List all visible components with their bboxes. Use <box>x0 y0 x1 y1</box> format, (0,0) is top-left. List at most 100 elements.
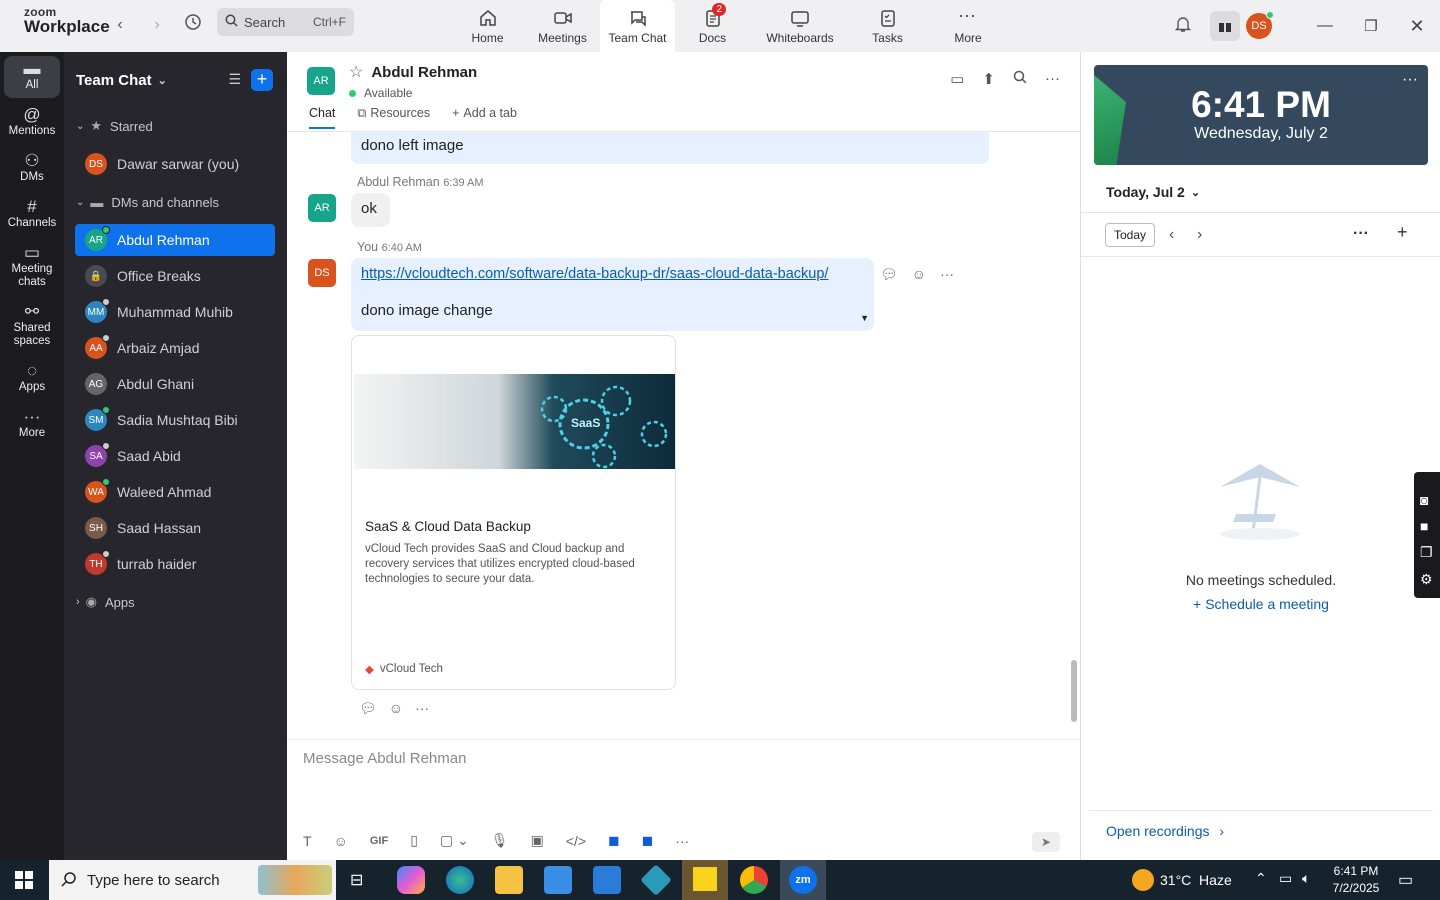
starred-section[interactable]: ⌄ ★ Starred <box>64 108 287 144</box>
emoji-icon[interactable]: ☺ <box>389 700 403 717</box>
more-icon[interactable]: ··· <box>940 266 954 283</box>
camera-icon[interactable]: ◙ <box>1420 492 1440 508</box>
zoom-taskbar-icon[interactable]: zm <box>780 860 826 900</box>
taskbar-search[interactable]: Type here to search <box>49 860 336 900</box>
gif-icon[interactable]: GIF <box>370 835 388 847</box>
network-icon[interactable]: ▭ <box>1279 870 1292 887</box>
search-icon[interactable] <box>1013 70 1027 88</box>
app-icon[interactable] <box>640 864 672 896</box>
sidebar-item-turrab-haider[interactable]: TH turrab haider <box>75 548 275 580</box>
open-recordings-link[interactable]: Open recordings › <box>1106 823 1224 839</box>
rail-dms[interactable]: ⚇ DMs <box>4 148 60 190</box>
settings-icon[interactable]: ⚙ <box>1420 571 1440 588</box>
rail-shared-spaces[interactable]: ⚯ Shared spaces <box>4 299 60 354</box>
rail-all[interactable]: ▬ All <box>4 56 60 98</box>
app-icon[interactable]: ◼ <box>642 832 654 849</box>
sidebar-item-arbaiz-amjad[interactable]: AA Arbaiz Amjad <box>75 332 275 364</box>
sidebar-item-sadia-mushtaq-bibi[interactable]: SM Sadia Mushtaq Bibi <box>75 404 275 436</box>
edge-icon[interactable] <box>446 866 474 894</box>
video-call-icon[interactable]: ▭ <box>950 70 964 88</box>
card-title[interactable]: SaaS & Cloud Data Backup <box>365 519 531 534</box>
sidebar-item-saad-abid[interactable]: SA Saad Abid <box>75 440 275 472</box>
forward-arrow-icon[interactable]: › <box>145 13 169 37</box>
share-screen-icon[interactable]: ⬆ <box>982 70 995 88</box>
code-icon[interactable]: </> <box>566 833 586 849</box>
message-link[interactable]: https://vcloudtech.com/software/data-bac… <box>361 266 864 282</box>
message-bubble[interactable]: ok <box>351 193 390 227</box>
microphone-icon[interactable]: 🎙︎ <box>491 832 509 849</box>
copilot-icon[interactable] <box>397 866 425 894</box>
gift-icon[interactable] <box>1210 11 1240 41</box>
minimize-icon[interactable]: — <box>1302 17 1348 35</box>
chevron-up-icon[interactable]: ⌃ <box>1255 870 1267 887</box>
close-icon[interactable]: ✕ <box>1394 16 1440 37</box>
caret-down-icon[interactable]: ▼ <box>860 313 869 323</box>
weather-text[interactable]: 31°C Haze <box>1160 872 1232 888</box>
avatar[interactable]: DS <box>308 259 336 287</box>
search-box[interactable]: Search Ctrl+F <box>217 8 354 36</box>
sidebar-item-abdul-ghani[interactable]: AG Abdul Ghani <box>75 368 275 400</box>
sidebar-item-saad-hassan[interactable]: SH Saad Hassan <box>75 512 275 544</box>
message-bubble[interactable]: dono left image <box>351 132 989 164</box>
tab-chat[interactable]: Chat <box>309 106 336 129</box>
schedule-meeting-link[interactable]: + Schedule a meeting <box>1081 596 1440 612</box>
volume-icon[interactable]: 🔈︎ <box>1302 870 1310 887</box>
user-avatar[interactable]: DS <box>1246 11 1274 39</box>
sidebar-item-waleed-ahmad[interactable]: WA Waleed Ahmad <box>75 476 275 508</box>
chrome-icon[interactable] <box>740 866 768 894</box>
nav-whiteboards[interactable]: Whiteboards <box>750 0 850 52</box>
sidebar-item-office-breaks[interactable]: 🔒 Office Breaks <box>75 260 275 292</box>
reply-icon[interactable]: 💬︎ <box>880 266 898 283</box>
more-icon[interactable]: ··· <box>1353 225 1369 243</box>
screenshot-icon[interactable]: ▢ ⌄ <box>440 832 469 849</box>
text-format-icon[interactable]: T <box>303 833 312 849</box>
file-icon[interactable]: ▯ <box>410 832 418 849</box>
nav-meetings[interactable]: Meetings <box>525 0 600 52</box>
rail-mentions[interactable]: @ Mentions <box>4 102 60 144</box>
message-bubble[interactable]: https://vcloudtech.com/software/data-bac… <box>351 258 874 331</box>
dms-section[interactable]: ⌄ ▬ DMs and channels <box>64 184 287 220</box>
maximize-icon[interactable]: ❐ <box>1348 17 1394 35</box>
more-icon[interactable]: ··· <box>1402 71 1418 89</box>
apps-section[interactable]: › ◉ Apps <box>64 584 287 620</box>
nav-team-chat[interactable]: Team Chat <box>600 0 675 52</box>
send-button[interactable]: ➤ <box>1032 832 1060 852</box>
video-icon[interactable]: ■ <box>1420 518 1440 534</box>
file-explorer-icon[interactable] <box>495 866 523 894</box>
avatar[interactable]: AR <box>308 194 336 222</box>
rail-meeting-chats[interactable]: ▭ Meeting chats <box>4 240 60 295</box>
sidebar-item-abdul-rehman[interactable]: AR Abdul Rehman <box>75 224 275 256</box>
chevron-left-icon[interactable]: ‹ <box>1169 226 1174 244</box>
contact-name[interactable]: Abdul Rehman <box>371 64 477 81</box>
chevron-right-icon[interactable]: › <box>1197 226 1202 244</box>
window-icon[interactable]: ❐ <box>1420 544 1440 561</box>
windows-start-icon[interactable] <box>15 871 33 894</box>
bell-icon[interactable] <box>1174 15 1192 38</box>
rail-apps[interactable]: ◌ Apps <box>4 358 60 400</box>
message-input[interactable]: Message Abdul Rehman <box>303 750 466 767</box>
more-icon[interactable]: ··· <box>415 700 429 717</box>
nav-home[interactable]: Home <box>450 0 525 52</box>
new-chat-button[interactable]: + <box>251 69 273 91</box>
sticky-notes-icon[interactable] <box>682 860 728 900</box>
back-arrow-icon[interactable]: ‹ <box>108 13 132 37</box>
nav-docs[interactable]: 2 Docs <box>675 0 750 52</box>
nav-more[interactable]: ··· More <box>933 0 1003 52</box>
reply-icon[interactable]: 💬︎ <box>359 700 377 717</box>
video-message-icon[interactable]: ▣ <box>531 832 544 849</box>
mail-icon[interactable] <box>593 866 621 894</box>
notification-icon[interactable]: ▭ <box>1398 870 1413 890</box>
emoji-icon[interactable]: ☺ <box>912 266 926 283</box>
nav-tasks[interactable]: Tasks <box>850 0 925 52</box>
link-preview-card[interactable]: SaaS SaaS & Cloud Data Backup vCloud Tec… <box>351 335 676 690</box>
plus-icon[interactable]: + <box>1397 222 1408 243</box>
store-icon[interactable] <box>544 866 572 894</box>
tab-add[interactable]: + Add a tab <box>452 106 517 129</box>
history-icon[interactable] <box>181 13 205 37</box>
sidebar-item-muhammad-muhib[interactable]: MM Muhammad Muhib <box>75 296 275 328</box>
task-view-icon[interactable]: ⊟ <box>350 870 363 890</box>
taskbar-clock[interactable]: 6:41 PM 7/2/2025 <box>1325 863 1387 897</box>
tab-resources[interactable]: ⧉ Resources <box>357 106 430 129</box>
filter-icon[interactable]: ☰ <box>228 71 241 88</box>
avatar[interactable]: AR <box>307 67 335 95</box>
